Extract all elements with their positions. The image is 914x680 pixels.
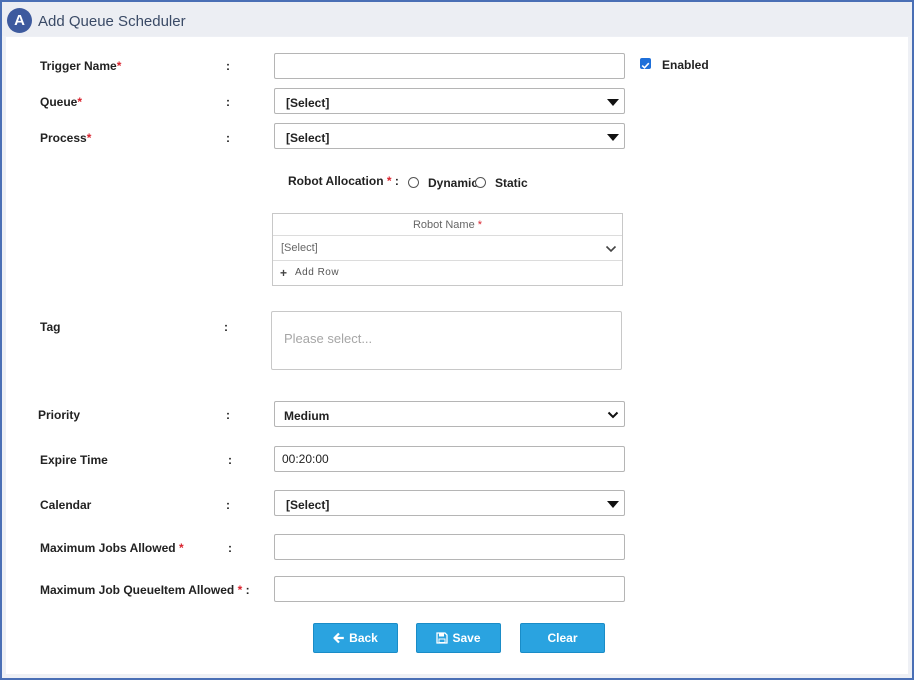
plus-icon: + bbox=[280, 266, 288, 280]
page-header: A Add Queue Scheduler bbox=[2, 2, 910, 36]
enabled-checkbox[interactable] bbox=[640, 58, 651, 69]
back-button[interactable]: Back bbox=[313, 623, 398, 653]
required-mark: * bbox=[116, 59, 122, 73]
grid-column-header: Robot Name * bbox=[273, 214, 622, 236]
colon: : bbox=[226, 408, 230, 422]
caret-down-icon bbox=[607, 99, 619, 106]
robot-grid: Robot Name * [Select] + Add Row bbox=[272, 213, 623, 286]
process-select[interactable]: [Select] bbox=[274, 123, 625, 149]
dynamic-radio[interactable] bbox=[408, 177, 419, 188]
static-label: Static bbox=[495, 176, 528, 190]
max-queueitem-label: Maximum Job QueueItem Allowed * : bbox=[40, 583, 250, 597]
queue-label: Queue* bbox=[40, 95, 83, 109]
colon: : bbox=[228, 453, 232, 467]
trigger-name-label: Trigger Name* bbox=[40, 59, 122, 73]
required-mark: * bbox=[77, 95, 83, 109]
dynamic-label: Dynamic bbox=[428, 176, 479, 190]
check-icon bbox=[641, 62, 650, 69]
expire-time-input[interactable] bbox=[274, 446, 625, 472]
required-mark: * bbox=[178, 541, 184, 555]
expire-time-label: Expire Time bbox=[40, 453, 108, 467]
queue-select[interactable]: [Select] bbox=[274, 88, 625, 114]
caret-down-icon bbox=[607, 501, 619, 508]
required-mark: * bbox=[386, 174, 392, 188]
clear-button[interactable]: Clear bbox=[520, 623, 605, 653]
required-mark: * bbox=[86, 131, 92, 145]
required-mark: * bbox=[477, 219, 483, 231]
colon: : bbox=[224, 320, 228, 334]
chevron-down-icon bbox=[607, 411, 619, 419]
max-jobs-label: Maximum Jobs Allowed * bbox=[40, 541, 184, 555]
save-button[interactable]: Save bbox=[416, 623, 501, 653]
colon: : bbox=[226, 498, 230, 512]
page-title: Add Queue Scheduler bbox=[38, 13, 186, 30]
robot-name-select[interactable]: [Select] bbox=[273, 236, 622, 261]
trigger-name-input[interactable] bbox=[274, 53, 625, 79]
priority-select[interactable]: Medium bbox=[274, 401, 625, 427]
static-radio[interactable] bbox=[475, 177, 486, 188]
calendar-select[interactable]: [Select] bbox=[274, 490, 625, 516]
colon: : bbox=[226, 59, 230, 73]
tag-multiselect[interactable]: Please select... bbox=[271, 311, 622, 370]
max-queueitem-input[interactable] bbox=[274, 576, 625, 602]
priority-label: Priority bbox=[38, 408, 81, 422]
colon: : bbox=[226, 95, 230, 109]
arrow-left-icon bbox=[333, 632, 344, 644]
caret-down-icon bbox=[607, 134, 619, 141]
chevron-down-icon bbox=[605, 245, 617, 253]
add-row-button[interactable]: + Add Row bbox=[273, 261, 622, 285]
calendar-label: Calendar bbox=[40, 498, 92, 512]
process-label: Process* bbox=[40, 131, 92, 145]
app-logo: A bbox=[7, 8, 32, 33]
robot-allocation-label: Robot Allocation * : bbox=[288, 174, 399, 188]
tag-label: Tag bbox=[40, 320, 61, 334]
colon: : bbox=[228, 541, 232, 555]
colon: : bbox=[226, 131, 230, 145]
floppy-disk-icon bbox=[436, 632, 449, 644]
required-mark: * bbox=[237, 583, 243, 597]
enabled-label: Enabled bbox=[662, 58, 709, 72]
max-jobs-input[interactable] bbox=[274, 534, 625, 560]
